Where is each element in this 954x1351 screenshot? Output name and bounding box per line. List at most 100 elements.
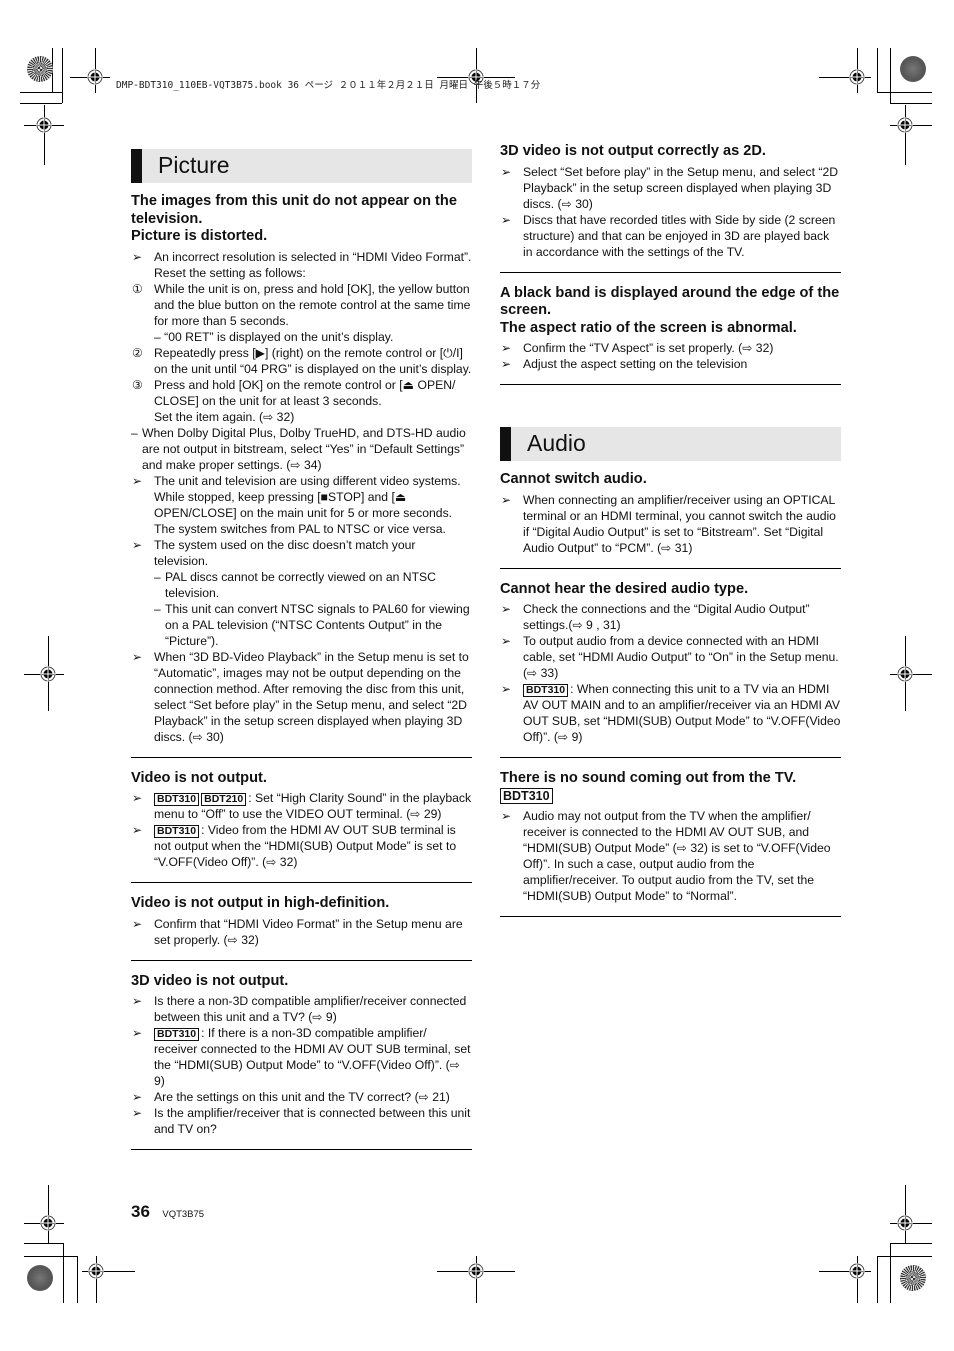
topic-title: Cannot switch audio. [500,471,841,489]
registration-crosshair-icon [36,117,52,133]
divider [500,567,841,569]
list-item: Set the item again. (⇨ 32) [131,409,472,425]
topic-title-line: The aspect ratio of the screen is abnorm… [500,319,797,336]
arrow-bullet-icon: ➢ [501,212,512,227]
list-item: – When Dolby Digital Plus, Dolby TrueHD, … [131,425,472,473]
registration-crosshair-icon [87,69,103,85]
registration-crosshair-icon [897,1215,913,1231]
registration-crosshair-icon [40,1215,56,1231]
troubleshooting-topic: 3D video is not output. ➢ Is there a non-3… [131,973,472,1150]
list-item: ➢ When connecting an amplifier/receiver u… [500,492,841,556]
topic-title-text: Cannot hear the desired audio type. [500,580,749,597]
divider [500,384,841,385]
list-item: ➢ Select “Set before play” in the Setup m… [500,164,841,212]
divider [131,756,472,758]
model-badge: BDT310 [500,787,553,804]
registration-crosshair-icon [897,666,913,682]
item-text: When “3D BD-Video Playback” in the Setup… [154,649,469,744]
topic-title-text: Video is not output in high-definition. [131,895,390,911]
arrow-bullet-icon: ➢ [501,492,512,507]
topic-title: 3D video is not output correctly as 2D. [500,143,841,161]
arrow-bullet-icon: ➢ [132,1106,143,1120]
item-text: Press and hold [OK] on the remote contro… [154,377,456,408]
list-item: ➢ The unit and television are using diffe… [131,473,472,537]
list-item: ➢ BDT310 BDT210: Set “High Clarity Sound” … [131,790,472,822]
topic-title: There is no sound coming out from the TV… [500,770,841,805]
dash-bullet: – [131,425,138,440]
topic-title-text: Video is not output. [131,769,267,786]
crop-line [77,1256,78,1303]
item-text: Set the item again. (⇨ 32) [154,409,295,424]
registration-crosshair-icon [897,117,913,133]
crop-line [877,48,878,93]
list-item: ➢ Audio may not output from the TV when t… [500,808,841,904]
topic-title-line: A black band is displayed around the edg… [500,284,840,319]
list-item: ➢ When “3D BD-Video Playback” in the Setu… [131,649,472,745]
model-badge: BDT310 [154,825,200,838]
item-text: Are the settings on this unit and the TV… [154,1090,450,1104]
topic-title-text: There is no sound coming out from the TV… [500,770,797,786]
list-item: ➢ Confirm that “HDMI Video Format” in the… [131,916,472,948]
item-text: Select “Set before play” in the Setup me… [523,164,839,211]
item-text: Confirm the “TV Aspect” is set properly.… [523,341,774,355]
list-item: ② Repeatedly press [▶] (right) on the rem… [131,345,472,377]
list-item: ➢ BDT310: Video from the HDMI AV OUT SUB … [131,822,472,870]
crop-line [905,105,906,165]
troubleshooting-topic: The images from this unit do not appear … [131,193,472,758]
arrow-bullet-icon: ➢ [132,649,143,664]
item-text: Confirm that “HDMI Video Format” in the … [154,916,463,947]
crop-line [890,103,932,104]
item-text: The unit and television are using differ… [154,473,461,536]
divider [500,271,841,273]
model-badge: BDT210 [201,793,247,806]
model-badge: BDT310 [523,684,569,697]
arrow-bullet-icon: ➢ [501,634,512,648]
registration-crosshair-icon [88,1263,104,1279]
crop-line [63,1243,64,1303]
section-title: Picture [158,152,230,178]
item-text: While the unit is on, press and hold [OK… [154,281,471,328]
divider [131,882,472,883]
topic-title: The images from this unit do not appear … [131,193,472,246]
item-text: Check the connections and the “Digital A… [523,602,810,632]
item-text: This unit can convert NTSC signals to PA… [165,601,470,648]
list-item: – “00 RET” is displayed on the unit’s di… [131,329,472,345]
topic-title: 3D video is not output. [131,973,472,991]
arrow-bullet-icon: ➢ [501,682,512,696]
right-column: 3D video is not output correctly as 2D. ➢… [500,143,841,929]
dash-bullet: – [154,569,161,584]
item-text: Adjust the aspect setting on the televis… [523,357,748,371]
list-item: ➢ Are the settings on this unit and the T… [131,1089,472,1105]
color-disc-icon [27,56,53,82]
page-footer: 36 VQT3B75 [131,1202,204,1222]
crop-line [905,1185,906,1243]
color-disc-icon [900,56,926,82]
arrow-bullet-icon: ➢ [132,791,143,805]
arrow-bullet-icon: ➢ [132,1026,143,1040]
troubleshooting-topic: A black band is displayed around the edg… [500,284,841,385]
divider [131,1149,472,1150]
topic-title-line: Picture is distorted. [131,228,268,244]
list-item: ➢ An incorrect resolution is selected in … [131,249,472,281]
section-bar [500,427,511,461]
topic-list: Cannot switch audio. ➢ When connecting an … [500,471,841,917]
arrow-bullet-icon: ➢ [132,249,143,264]
arrow-bullet-icon: ➢ [501,164,512,179]
crop-line [24,1256,78,1257]
list-item: ① While the unit is on, press and hold [O… [131,281,472,329]
crop-line [890,1243,891,1303]
list-item: ③ Press and hold [OK] on the remote contr… [131,377,472,409]
registration-crosshair-icon [849,69,865,85]
step-number-icon: ③ [132,377,143,392]
crop-line [48,1185,49,1243]
arrow-bullet-icon: ➢ [132,1090,143,1104]
crop-line [890,1243,932,1244]
arrow-bullet-icon: ➢ [501,357,512,371]
list-item: – PAL discs cannot be correctly viewed on… [131,569,472,601]
troubleshooting-topic: 3D video is not output correctly as 2D. ➢… [500,143,841,273]
topic-title-text: 3D video is not output correctly as 2D. [500,143,766,159]
crop-line [20,103,62,104]
item-text: Repeatedly press [▶] (right) on the remo… [154,345,472,376]
topic-title: Video is not output in high-definition. [131,895,472,913]
dash-bullet: – [154,601,161,616]
